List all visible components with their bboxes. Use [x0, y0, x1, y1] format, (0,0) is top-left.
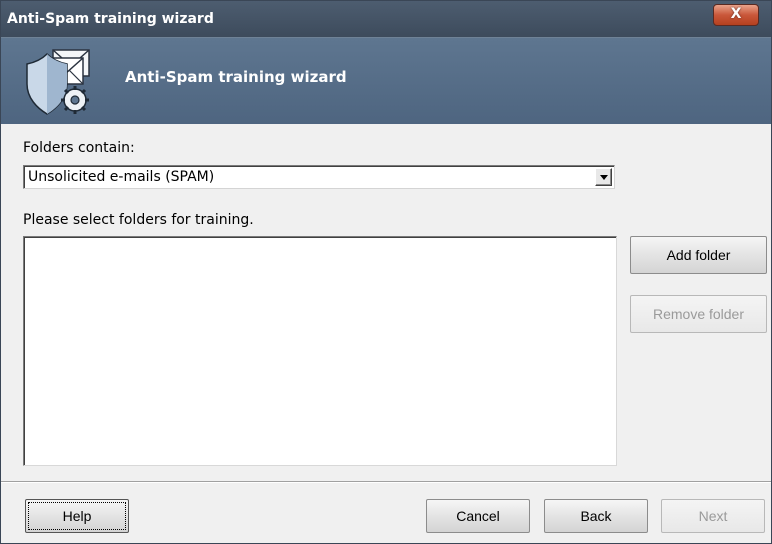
add-folder-label: Add folder — [666, 247, 731, 263]
folders-type-value: Unsolicited e-mails (SPAM) — [28, 169, 215, 185]
folders-contain-label: Folders contain: — [23, 140, 135, 156]
close-button[interactable]: X — [713, 4, 759, 26]
back-button[interactable]: Back — [544, 499, 648, 533]
folders-type-select[interactable]: Unsolicited e-mails (SPAM) — [23, 165, 615, 189]
shield-envelope-gear-icon — [26, 49, 90, 115]
remove-folder-button[interactable]: Remove folder — [630, 295, 767, 333]
help-label: Help — [62, 508, 92, 524]
cancel-button[interactable]: Cancel — [426, 499, 530, 533]
next-label: Next — [698, 508, 728, 524]
window-title: Anti-Spam training wizard — [7, 11, 214, 27]
wizard-window: Anti-Spam training wizard X Anti-Spam tr… — [0, 0, 772, 544]
header-title: Anti-Spam training wizard — [125, 68, 347, 86]
remove-folder-label: Remove folder — [652, 306, 745, 322]
chevron-down-icon[interactable] — [595, 168, 612, 186]
cancel-label: Cancel — [456, 508, 500, 524]
footer-separator — [1, 481, 771, 483]
next-button[interactable]: Next — [661, 499, 765, 533]
select-folders-instruction: Please select folders for training. — [23, 212, 254, 228]
close-icon: X — [730, 6, 742, 22]
title-bar[interactable]: Anti-Spam training wizard X — [1, 1, 771, 37]
help-button[interactable]: Help — [25, 499, 129, 533]
training-folders-list[interactable] — [23, 236, 617, 466]
wizard-header: Anti-Spam training wizard — [1, 37, 771, 124]
back-label: Back — [580, 508, 612, 524]
add-folder-button[interactable]: Add folder — [630, 236, 767, 274]
